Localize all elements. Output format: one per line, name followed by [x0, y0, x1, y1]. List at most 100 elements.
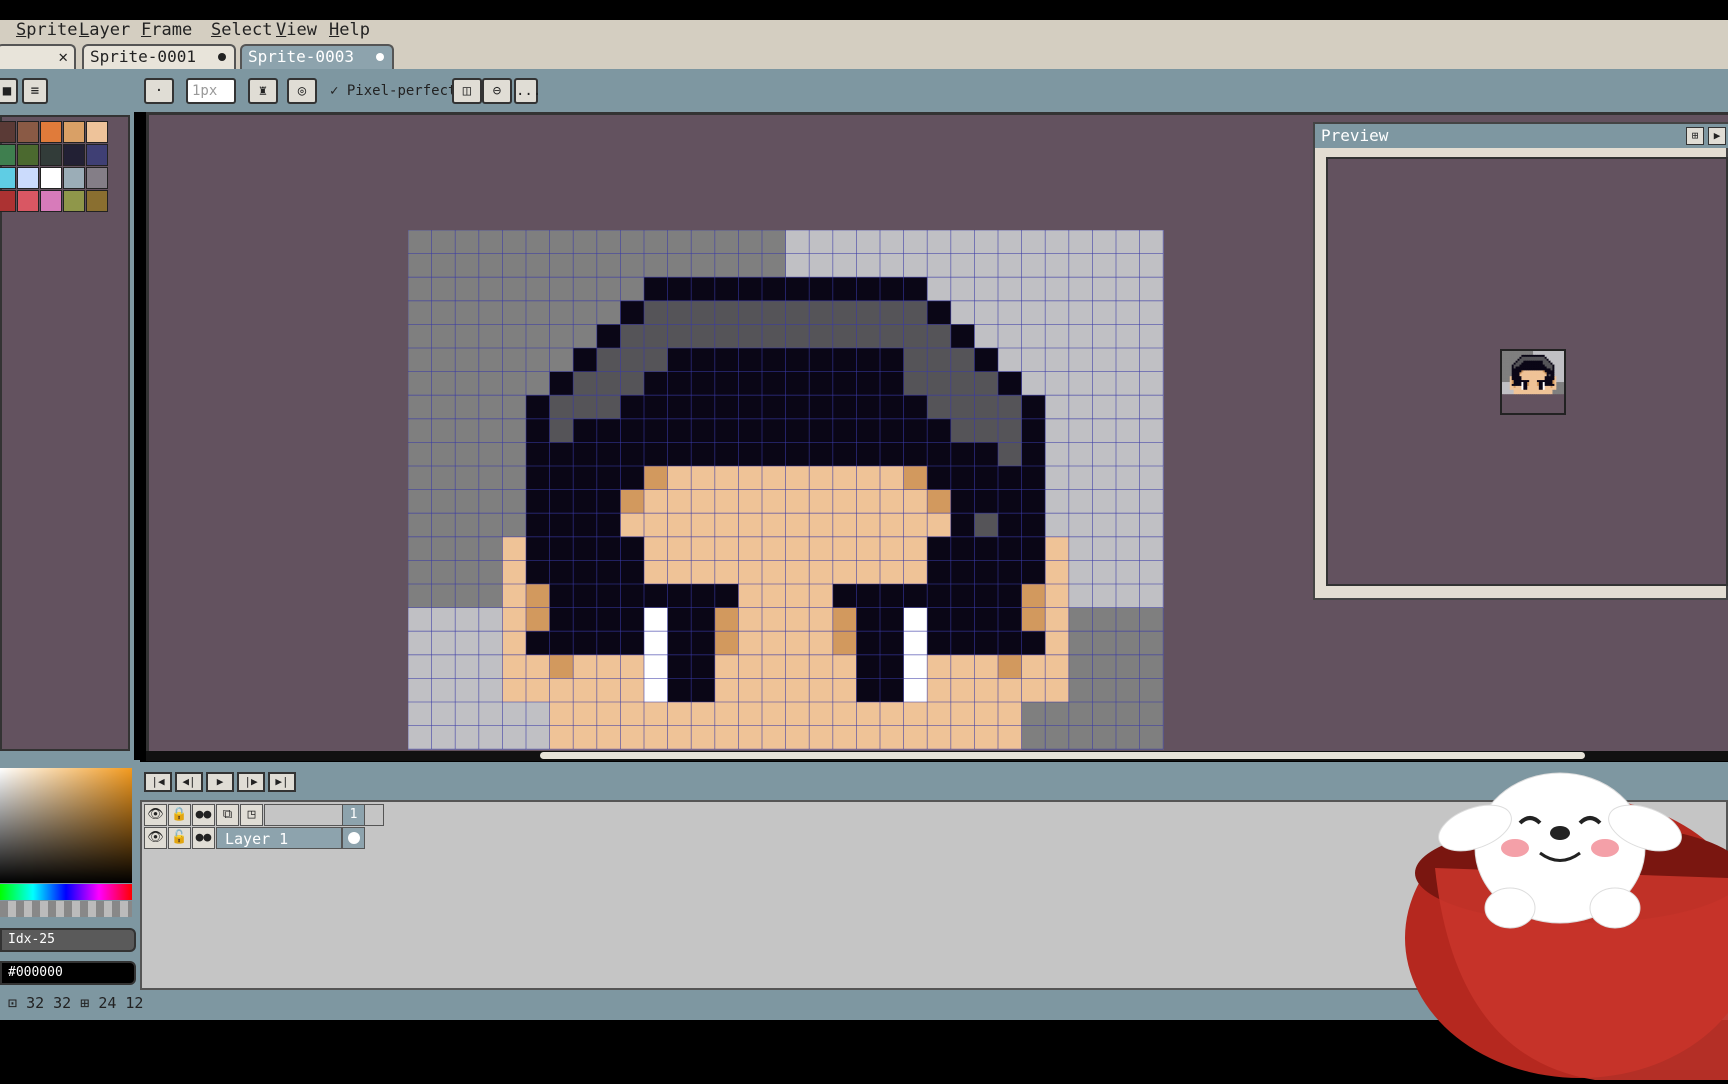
- sprite-pixel-grid[interactable]: [408, 230, 1165, 750]
- preview-play-icon[interactable]: ▶: [1708, 127, 1726, 145]
- pixel: [667, 631, 692, 656]
- pixel: [832, 230, 857, 255]
- pixel: [950, 324, 975, 349]
- palette-view-list-button[interactable]: ≡: [22, 78, 48, 104]
- sprite-size-icon: ⊡: [8, 994, 18, 1012]
- layer-visibility-eye-icon[interactable]: 👁: [144, 827, 167, 849]
- color-index-field[interactable]: Idx-25: [0, 928, 136, 952]
- menu-sprite[interactable]: Sprite: [16, 20, 77, 41]
- preview-thumbnail: [1500, 349, 1566, 415]
- play-button[interactable]: ▶: [206, 772, 234, 792]
- palette-swatch[interactable]: [63, 121, 85, 143]
- palette-swatch[interactable]: [0, 167, 16, 189]
- tab-sprite-0003[interactable]: Sprite-0003: [240, 44, 394, 69]
- palette-swatch[interactable]: [86, 121, 108, 143]
- palette-swatch[interactable]: [17, 190, 39, 212]
- palette-swatch[interactable]: [86, 144, 108, 166]
- pixel: [856, 584, 881, 609]
- alpha-slider[interactable]: [0, 901, 132, 917]
- pixel: [809, 324, 834, 349]
- pixel: [478, 324, 503, 349]
- ink-type-button[interactable]: ♜: [248, 78, 278, 104]
- onion-mode-icon[interactable]: ⧉: [216, 804, 239, 826]
- pixel-perfect-checkbox[interactable]: ✓ Pixel-perfect: [330, 81, 456, 101]
- symmetry-horizontal-button[interactable]: ⊖: [482, 78, 512, 104]
- brush-type-button[interactable]: ·: [144, 78, 174, 104]
- palette-swatch[interactable]: [0, 121, 16, 143]
- hue-slider[interactable]: [0, 884, 132, 900]
- layer-name[interactable]: Layer 1: [216, 827, 342, 849]
- pixel: [1045, 607, 1070, 632]
- tab-previous[interactable]: ✕: [0, 44, 76, 69]
- brush-size-input[interactable]: 1px: [186, 78, 236, 104]
- palette-swatch[interactable]: [0, 190, 16, 212]
- pixel: [691, 442, 716, 467]
- pixel: [1139, 300, 1164, 325]
- menu-select[interactable]: Select: [211, 20, 272, 41]
- visibility-header-eye-icon[interactable]: 👁: [144, 804, 167, 826]
- pixel: [1092, 489, 1117, 514]
- pixel: [1068, 324, 1093, 349]
- pixel: [927, 253, 952, 278]
- sprite-canvas[interactable]: [408, 230, 1165, 750]
- palette-swatch[interactable]: [17, 121, 39, 143]
- palette-view-grid-button[interactable]: ■: [0, 78, 18, 104]
- symmetry-vertical-button[interactable]: ◫: [452, 78, 482, 104]
- close-icon[interactable]: ✕: [58, 46, 68, 67]
- palette-swatch[interactable]: [63, 167, 85, 189]
- pixel: [738, 277, 763, 302]
- palette-swatch[interactable]: [86, 167, 108, 189]
- palette-swatch[interactable]: [63, 144, 85, 166]
- pixel: [762, 253, 787, 278]
- more-options-button[interactable]: ...: [514, 78, 541, 104]
- tab-sprite-0001[interactable]: Sprite-0001: [82, 44, 236, 69]
- pixel: [809, 371, 834, 396]
- color-hex-field[interactable]: #000000: [0, 961, 136, 985]
- layer-lock-icon[interactable]: 🔓: [168, 827, 191, 849]
- first-frame-button[interactable]: |◀: [144, 772, 172, 792]
- cel-frame-1[interactable]: [342, 827, 365, 849]
- pixel: [549, 442, 574, 467]
- pixel: [478, 253, 503, 278]
- menu-frame[interactable]: Frame: [141, 20, 192, 41]
- pixel: [573, 300, 598, 325]
- color-sv-picker[interactable]: [0, 768, 132, 883]
- pixel: [549, 466, 574, 491]
- pixel: [644, 536, 669, 561]
- pixel: [738, 678, 763, 703]
- palette-swatch[interactable]: [40, 144, 62, 166]
- previous-frame-button[interactable]: ◀|: [175, 772, 203, 792]
- palette-swatch[interactable]: [40, 121, 62, 143]
- next-frame-button[interactable]: |▶: [237, 772, 265, 792]
- pixel-perfect-label: Pixel-perfect: [346, 83, 457, 99]
- palette-swatch[interactable]: [40, 190, 62, 212]
- last-frame-button[interactable]: ▶|: [268, 772, 296, 792]
- palette-swatch[interactable]: [63, 190, 85, 212]
- pixel: [856, 395, 881, 420]
- palette-swatch[interactable]: [86, 190, 108, 212]
- pixel: [1068, 584, 1093, 609]
- layer-continuous-icon[interactable]: ●●: [192, 827, 215, 849]
- opacity-button[interactable]: ◎: [287, 78, 317, 104]
- menu-view[interactable]: View: [276, 20, 317, 41]
- pixel: [644, 513, 669, 538]
- palette-swatch[interactable]: [17, 167, 39, 189]
- pixel: [856, 230, 881, 255]
- palette-swatch[interactable]: [17, 144, 39, 166]
- pixel: [526, 536, 551, 561]
- pixel: [832, 631, 857, 656]
- preview-zoom-icon[interactable]: ⊞: [1686, 127, 1704, 145]
- palette-swatch[interactable]: [0, 144, 16, 166]
- menu-help[interactable]: Help: [329, 20, 370, 41]
- pixel: [950, 300, 975, 325]
- frame-header[interactable]: 1: [342, 804, 365, 826]
- pixel: [1139, 536, 1164, 561]
- lock-header-icon[interactable]: 🔒: [168, 804, 191, 826]
- palette-swatch[interactable]: [40, 167, 62, 189]
- pixel: [1021, 230, 1046, 255]
- pixel: [408, 702, 433, 727]
- menu-layer[interactable]: Layer: [79, 20, 130, 41]
- pixel: [1139, 253, 1164, 278]
- onion-skin-icon[interactable]: ●●: [192, 804, 215, 826]
- link-cels-icon[interactable]: ◳: [240, 804, 263, 826]
